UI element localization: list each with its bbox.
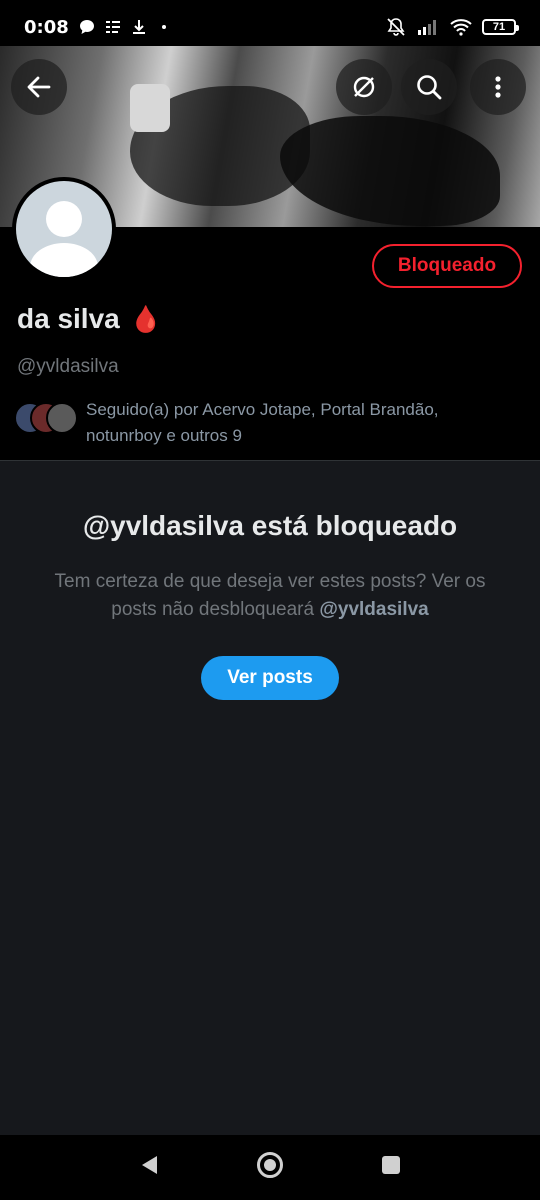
divider <box>0 460 540 461</box>
blocked-button-label: Bloqueado <box>397 255 497 276</box>
no-sync-icon <box>353 76 375 98</box>
follower-avatar <box>46 402 78 434</box>
search-button[interactable] <box>401 59 457 115</box>
dot-icon <box>161 25 166 29</box>
avatar[interactable] <box>12 177 116 281</box>
banner-phone-shape <box>130 84 170 132</box>
more-button[interactable] <box>470 59 526 115</box>
status-left-icons <box>79 19 171 35</box>
more-vertical-icon <box>495 76 501 98</box>
banner-photo-shape <box>280 116 500 226</box>
square-recents-icon <box>382 1156 401 1174</box>
display-name-text: da silva <box>17 303 120 334</box>
battery-icon: 71 <box>482 19 519 35</box>
blocked-description-handle: @yvldasilva <box>319 599 429 620</box>
blood-drop-emoji: 🩸 <box>129 303 163 334</box>
nav-home-button[interactable] <box>255 1150 285 1185</box>
status-time: 0:08 <box>24 16 69 38</box>
status-right-icons: 71 <box>386 17 519 37</box>
view-posts-label: Ver posts <box>227 667 313 688</box>
back-button[interactable] <box>11 59 67 115</box>
nav-recents-button[interactable] <box>380 1154 402 1181</box>
signal-icon <box>418 20 436 35</box>
followed-by-text: Seguido(a) por Acervo Jotape, Portal Bra… <box>86 400 439 445</box>
sync-off-button[interactable] <box>336 59 392 115</box>
followed-by[interactable]: Seguido(a) por Acervo Jotape, Portal Bra… <box>14 400 506 449</box>
view-posts-button[interactable]: Ver posts <box>201 656 339 700</box>
muted-bell-icon <box>387 18 405 36</box>
follower-avatars <box>14 400 78 436</box>
display-name: da silva 🩸 <box>17 303 162 335</box>
default-avatar-icon <box>16 181 112 277</box>
battery-level: 71 <box>492 21 506 33</box>
screen: 0:08 71 Bloqueado da silva 🩸 @yvldasilva… <box>0 0 540 1200</box>
blocked-description: Tem certeza de que deseja ver estes post… <box>40 568 500 624</box>
back-arrow-icon <box>27 76 51 98</box>
download-icon <box>132 20 145 34</box>
list-icon <box>105 21 120 33</box>
triangle-back-icon <box>141 1156 157 1174</box>
profile-header: Bloqueado da silva 🩸 @yvldasilva Seguido… <box>0 177 540 460</box>
blocked-title: @yvldasilva está bloqueado <box>82 510 458 541</box>
system-nav-bar <box>0 1135 540 1200</box>
handle: @yvldasilva <box>17 356 119 377</box>
blocked-button[interactable]: Bloqueado <box>372 244 522 288</box>
wifi-icon <box>450 19 472 36</box>
circle-home-icon <box>256 1152 283 1178</box>
chat-bubble-icon <box>79 20 94 34</box>
nav-back-button[interactable] <box>138 1153 160 1182</box>
search-icon <box>417 75 442 100</box>
